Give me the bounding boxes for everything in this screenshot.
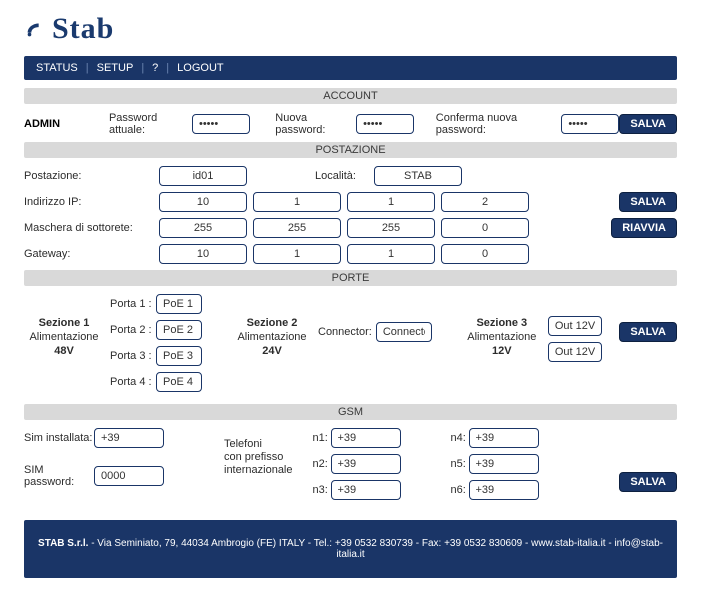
nav-setup[interactable]: SETUP <box>97 62 134 74</box>
n6-label: n6: <box>451 484 469 496</box>
nav-sep: | <box>141 62 144 74</box>
port4-label: Porta 4 : <box>110 376 156 388</box>
sez3-out1-input[interactable] <box>548 316 602 336</box>
n4-input[interactable] <box>469 428 539 448</box>
nav-logout[interactable]: LOGOUT <box>177 62 223 74</box>
new-pw-label: Nuova password: <box>275 112 352 136</box>
current-pw-label: Password attuale: <box>109 112 188 136</box>
n1-input[interactable] <box>331 428 401 448</box>
admin-label: ADMIN <box>24 118 87 130</box>
section-location: POSTAZIONE <box>24 142 677 158</box>
save-account-button[interactable]: SALVA <box>619 114 677 134</box>
save-ports-button[interactable]: SALVA <box>619 322 677 342</box>
satellite-icon <box>24 18 46 40</box>
gw-octet-1[interactable]: 10 <box>159 244 247 264</box>
station-value[interactable]: id01 <box>159 166 247 186</box>
footer-company: STAB S.r.l. <box>38 538 88 549</box>
locality-label: Località: <box>315 170 356 182</box>
new-pw-input[interactable] <box>356 114 414 134</box>
n3-label: n3: <box>313 484 331 496</box>
port3-input[interactable] <box>156 346 202 366</box>
port1-label: Porta 1 : <box>110 298 156 310</box>
sez2-block: Sezione 2 Alimentazione 24V <box>232 316 312 358</box>
save-location-button[interactable]: SALVA <box>619 192 677 212</box>
brand-logo: Stab <box>24 8 677 56</box>
sez3-out2-input[interactable] <box>548 342 602 362</box>
ip-octet-4[interactable]: 2 <box>441 192 529 212</box>
nav-status[interactable]: STATUS <box>36 62 78 74</box>
mask-octet-4[interactable]: 0 <box>441 218 529 238</box>
port1-input[interactable] <box>156 294 202 314</box>
ip-octet-1[interactable]: 10 <box>159 192 247 212</box>
n5-input[interactable] <box>469 454 539 474</box>
sim-pw-input[interactable] <box>94 466 164 486</box>
sez3-sub2: 12V <box>462 344 542 358</box>
confirm-pw-input[interactable] <box>561 114 619 134</box>
sez1-sub2: 48V <box>24 344 104 358</box>
gw-label: Gateway: <box>24 248 139 260</box>
gw-octet-2[interactable]: 1 <box>253 244 341 264</box>
brand-text: Stab <box>52 12 114 46</box>
section-ports: PORTE <box>24 270 677 286</box>
sez1-block: Sezione 1 Alimentazione 48V <box>24 294 104 398</box>
mask-octet-2[interactable]: 255 <box>253 218 341 238</box>
footer: STAB S.r.l. - Via Seminiato, 79, 44034 A… <box>24 520 677 578</box>
n2-label: n2: <box>313 458 331 470</box>
sez3-title: Sezione 3 <box>462 316 542 330</box>
nav-sep: | <box>166 62 169 74</box>
section-gsm: GSM <box>24 404 677 420</box>
nav-sep: | <box>86 62 89 74</box>
gw-octet-4[interactable]: 0 <box>441 244 529 264</box>
sez1-title: Sezione 1 <box>24 316 104 330</box>
connector-input[interactable] <box>376 322 432 342</box>
port2-label: Porta 2 : <box>110 324 156 336</box>
phones-l1: Telefoni <box>224 438 293 451</box>
ip-octet-3[interactable]: 1 <box>347 192 435 212</box>
sez1-sub1: Alimentazione <box>24 330 104 344</box>
mask-label: Maschera di sottorete: <box>24 222 139 234</box>
n5-label: n5: <box>451 458 469 470</box>
footer-text: - Via Seminiato, 79, 44034 Ambrogio (FE)… <box>88 538 663 560</box>
station-label: Postazione: <box>24 170 139 182</box>
connector-label: Connector: <box>318 326 372 338</box>
n6-input[interactable] <box>469 480 539 500</box>
sez3-sub1: Alimentazione <box>462 330 542 344</box>
phones-caption: Telefoni con prefisso internazionale <box>224 428 293 477</box>
current-pw-input[interactable] <box>192 114 250 134</box>
phones-l3: internazionale <box>224 464 293 477</box>
save-gsm-button[interactable]: SALVA <box>619 472 677 492</box>
sim-inst-input[interactable] <box>94 428 164 448</box>
port3-label: Porta 3 : <box>110 350 156 362</box>
confirm-pw-label: Conferma nuova password: <box>436 112 558 136</box>
reboot-button[interactable]: RIAVVIA <box>611 218 677 238</box>
locality-value[interactable]: STAB <box>374 166 462 186</box>
n4-label: n4: <box>451 432 469 444</box>
ip-label: Indirizzo IP: <box>24 196 139 208</box>
sez3-block: Sezione 3 Alimentazione 12V <box>462 316 542 358</box>
n3-input[interactable] <box>331 480 401 500</box>
sez2-sub1: Alimentazione <box>232 330 312 344</box>
n1-label: n1: <box>313 432 331 444</box>
main-nav: STATUS | SETUP | ? | LOGOUT <box>24 56 677 80</box>
ip-octet-2[interactable]: 1 <box>253 192 341 212</box>
port4-input[interactable] <box>156 372 202 392</box>
port2-input[interactable] <box>156 320 202 340</box>
gw-octet-3[interactable]: 1 <box>347 244 435 264</box>
section-account: ACCOUNT <box>24 88 677 104</box>
sez2-title: Sezione 2 <box>232 316 312 330</box>
phones-l2: con prefisso <box>224 451 293 464</box>
nav-help[interactable]: ? <box>152 62 158 74</box>
n2-input[interactable] <box>331 454 401 474</box>
sim-inst-label: Sim installata: <box>24 432 94 444</box>
sim-pw-label: SIM password: <box>24 464 94 488</box>
mask-octet-3[interactable]: 255 <box>347 218 435 238</box>
sez2-sub2: 24V <box>232 344 312 358</box>
mask-octet-1[interactable]: 255 <box>159 218 247 238</box>
